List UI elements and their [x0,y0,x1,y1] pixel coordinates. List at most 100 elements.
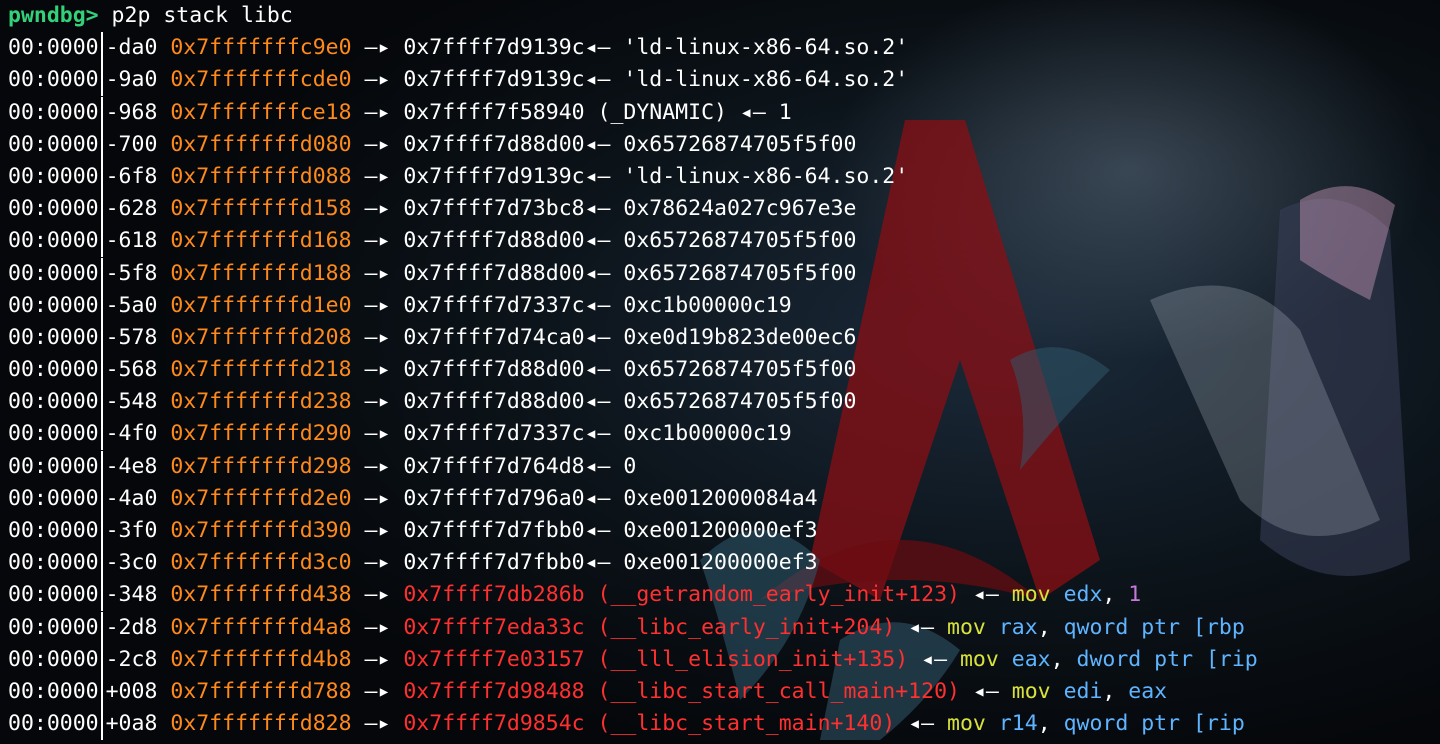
row-offset: +008 [105,678,158,704]
stack-row[interactable]: 00:0000 -968 0x7fffffffce18 —▸ 0x7ffff7f5… [8,96,1440,129]
deref-arrow: ◂— [921,646,948,672]
stack-row[interactable]: 00:0000 -da0 0x7fffffffc9e0 —▸ 0x7ffff7d9… [8,32,1440,65]
stack-address: 0x7fffffffce18 [170,99,352,125]
row-index: 00:0000 [8,99,99,125]
stack-row[interactable]: 00:0000 -6f8 0x7fffffffd088 —▸ 0x7ffff7d9… [8,160,1440,193]
stack-address: 0x7fffffffd298 [170,453,352,479]
terminal-output[interactable]: pwndbg> p2p stack libc 00:0000 -da0 0x7ff… [8,0,1440,741]
offset-separator [100,64,103,97]
stack-address: 0x7fffffffd438 [170,582,352,608]
stack-address: 0x7fffffffd218 [170,357,352,383]
pointer-arrow: —▸ [364,485,391,511]
instruction-operand: eax [1011,646,1051,672]
deref-value: 'ld-linux-x86-64.so.2' [623,163,909,189]
stack-row[interactable]: 00:0000 -548 0x7fffffffd238 —▸ 0x7ffff7d8… [8,386,1440,419]
target-symbol: (__libc_early_init+204) [584,614,896,640]
row-index: 00:0000 [8,324,99,350]
stack-row[interactable]: 00:0000 -9a0 0x7fffffffcde0 —▸ 0x7ffff7d9… [8,64,1440,97]
target-symbol: (__getrandom_early_init+123) [584,582,960,608]
deref-arrow: ◂— [584,260,611,286]
stack-row[interactable]: 00:0000 -2d8 0x7fffffffd4a8 —▸ 0x7ffff7ed… [8,611,1440,644]
deref-arrow: ◂— [584,131,611,157]
stack-row[interactable]: 00:0000 -700 0x7fffffffd080 —▸ 0x7ffff7d8… [8,128,1440,161]
row-offset: -3f0 [105,518,158,543]
offset-separator [100,386,103,419]
stack-row[interactable]: 00:0000 -568 0x7fffffffd218 —▸ 0x7ffff7d8… [8,354,1440,387]
stack-row[interactable]: 00:0000 -4a0 0x7fffffffd2e0 —▸ 0x7ffff7d7… [8,482,1440,515]
instruction-operand: dword ptr [rip [1076,646,1258,672]
row-index: 00:0000 [8,678,99,704]
target-symbol: (__libc_start_call_main+120) [584,678,960,704]
target-address: 0x7ffff7d9139c [403,163,585,189]
deref-arrow: ◂— [584,421,611,447]
pointer-arrow: —▸ [364,582,391,608]
stack-row[interactable]: 00:0000 -5f8 0x7fffffffd188 —▸ 0x7ffff7d8… [8,257,1440,290]
stack-address: 0x7fffffffd1e0 [170,292,352,318]
target-address: 0x7ffff7d7fbb0 [403,550,585,576]
row-index: 00:0000 [8,228,99,254]
stack-address: 0x7fffffffd828 [170,711,352,737]
stack-row[interactable]: 00:0000 -3f0 0x7fffffffd390 —▸ 0x7ffff7d7… [8,515,1440,547]
stack-row[interactable]: 00:0000 -4e8 0x7fffffffd298 —▸ 0x7ffff7d7… [8,450,1440,483]
deref-arrow: ◂— [584,485,611,511]
operand-separator: , [1050,646,1077,672]
pointer-arrow: —▸ [364,324,391,350]
instruction-operand: rax [998,614,1038,640]
instruction-operand: edx [1063,582,1103,608]
stack-row[interactable]: 00:0000 -5a0 0x7fffffffd1e0 —▸ 0x7ffff7d7… [8,289,1440,322]
pointer-arrow: —▸ [364,421,391,447]
offset-separator [100,321,103,354]
stack-address: 0x7fffffffd4a8 [170,614,352,640]
stack-row[interactable]: 00:0000 +008 0x7fffffffd788 —▸ 0x7ffff7d9… [8,675,1440,708]
deref-arrow: ◂— [972,678,999,704]
prompt-line[interactable]: pwndbg> p2p stack libc [8,0,1440,32]
target-address: 0x7ffff7d74ca0 [403,324,585,350]
instruction-operand: qword ptr [rip [1063,711,1245,737]
target-address: 0x7ffff7d88d00 [403,389,585,415]
target-address: 0x7ffff7d764d8 [403,453,585,479]
row-index: 00:0000 [8,292,99,318]
pointer-arrow: —▸ [364,228,391,254]
instruction-mnemonic: mov [1011,678,1051,704]
deref-arrow: ◂— [584,324,611,350]
deref-arrow: ◂— [584,228,611,254]
pointer-arrow: —▸ [364,646,391,672]
offset-separator [100,515,103,547]
deref-value: 'ld-linux-x86-64.so.2' [623,67,909,93]
instruction-operand: 1 [1128,582,1142,608]
pointer-arrow: —▸ [364,614,391,640]
row-index: 00:0000 [8,582,99,608]
instruction-mnemonic: mov [947,711,986,737]
deref-value: 1 [778,99,792,125]
stack-row[interactable]: 00:0000 -618 0x7fffffffd168 —▸ 0x7ffff7d8… [8,225,1440,258]
offset-separator [100,708,103,741]
row-index: 00:0000 [8,550,99,576]
deref-arrow: ◂— [584,550,611,576]
deref-value: 0x65726874705f5f00 [623,228,857,254]
deref-arrow: ◂— [908,614,935,640]
pointer-arrow: —▸ [364,292,391,318]
stack-row[interactable]: 00:0000 -3c0 0x7fffffffd3c0 —▸ 0x7ffff7d7… [8,547,1440,580]
target-address: 0x7ffff7eda33c [403,614,585,640]
deref-arrow: ◂— [584,292,611,318]
stack-row[interactable]: 00:0000 -578 0x7fffffffd208 —▸ 0x7ffff7d7… [8,321,1440,354]
stack-address: 0x7fffffffd2e0 [170,485,352,511]
pointer-arrow: —▸ [364,67,391,93]
deref-value: 0xe001200000ef3 [623,518,818,543]
row-index: 00:0000 [8,646,99,672]
pointer-arrow: —▸ [364,711,391,737]
stack-row[interactable]: 00:0000 +0a8 0x7fffffffd828 —▸ 0x7ffff7d9… [8,708,1440,741]
stack-address: 0x7fffffffd238 [170,389,352,415]
stack-row[interactable]: 00:0000 -348 0x7fffffffd438 —▸ 0x7ffff7db… [8,579,1440,612]
stack-row[interactable]: 00:0000 -4f0 0x7fffffffd290 —▸ 0x7ffff7d7… [8,418,1440,451]
deref-value: 0x65726874705f5f00 [623,357,857,383]
row-offset: -5a0 [105,292,158,318]
target-address: 0x7ffff7d88d00 [403,260,585,286]
pointer-arrow: —▸ [364,35,391,61]
stack-row[interactable]: 00:0000 -2c8 0x7fffffffd4b8 —▸ 0x7ffff7e0… [8,643,1440,676]
stack-row[interactable]: 00:0000 -628 0x7fffffffd158 —▸ 0x7ffff7d7… [8,193,1440,226]
row-offset: -968 [105,99,158,125]
target-address: 0x7ffff7db286b [403,582,585,608]
offset-separator [100,482,103,515]
pointer-arrow: —▸ [364,99,391,125]
